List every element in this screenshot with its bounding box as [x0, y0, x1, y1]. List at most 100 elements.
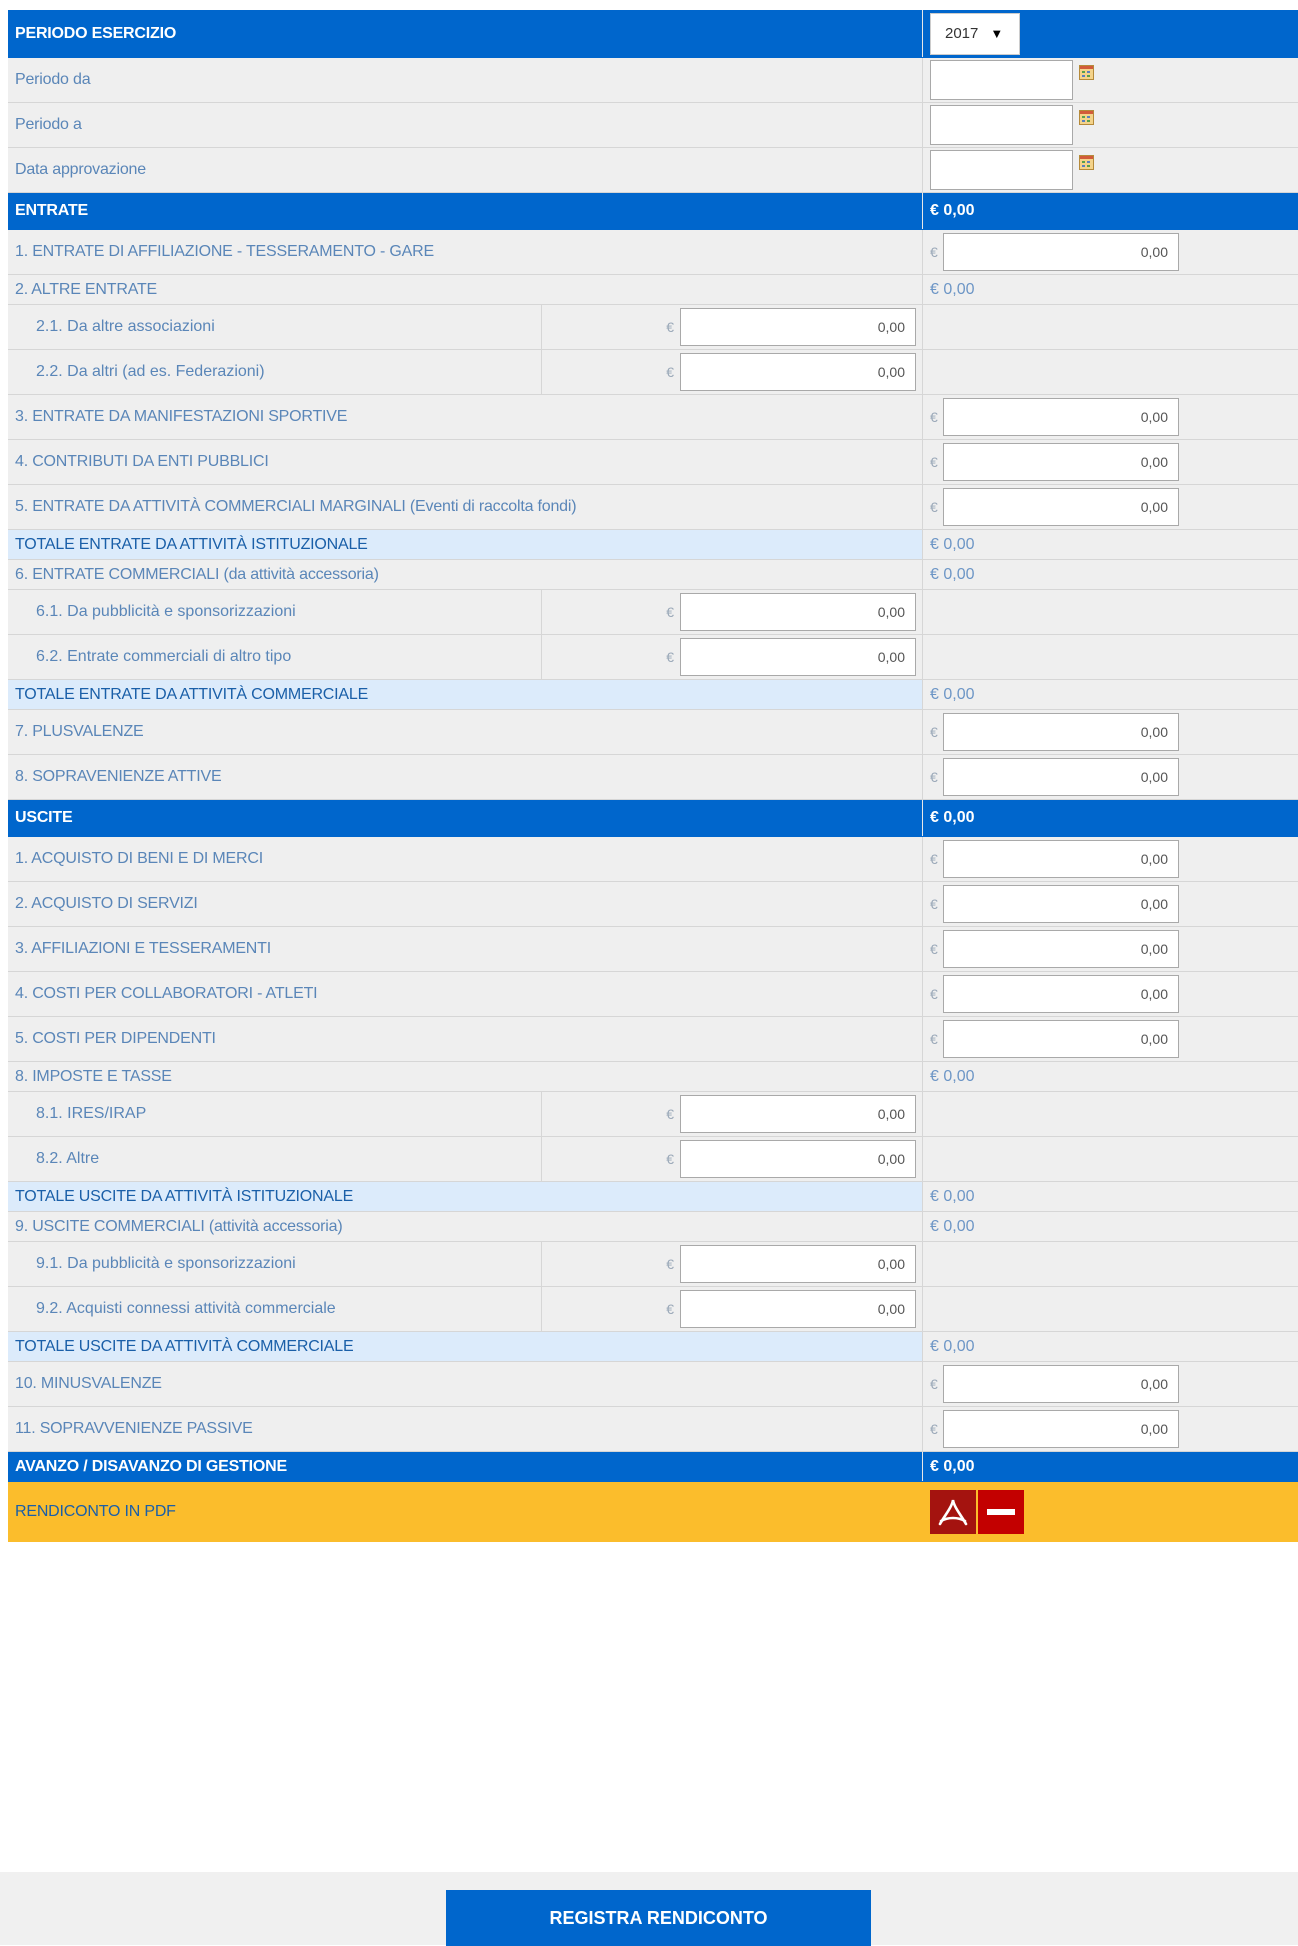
calendar-icon[interactable] [1079, 109, 1094, 125]
uscite-row-label: 4. COSTI PER COLLABORATORI - ATLETI [15, 985, 318, 1002]
entrate-subitem-row: 6.1. Da pubblicità e sponsorizzazioni € [8, 590, 1298, 635]
entrate-row-label: 1. ENTRATE DI AFFILIAZIONE - TESSERAMENT… [15, 243, 434, 260]
euro-symbol: € [930, 499, 938, 515]
data-approvazione-row: Data approvazione [8, 148, 1298, 193]
entrate-subitem-amount-input[interactable] [680, 308, 916, 346]
uscite-amount-input[interactable] [943, 975, 1179, 1013]
uscite-row-label: 11. SOPRAVVENIENZE PASSIVE [15, 1420, 253, 1437]
registra-rendiconto-button[interactable]: REGISTRA RENDICONTO [446, 1890, 871, 1946]
euro-symbol: € [666, 604, 674, 620]
entrate-row: 5. ENTRATE DA ATTIVITÀ COMMERCIALI MARGI… [8, 485, 1298, 530]
entrate-group-total: € 0,00 [930, 565, 975, 583]
euro-symbol: € [930, 724, 938, 740]
entrate-row: 1. ENTRATE DI AFFILIAZIONE - TESSERAMENT… [8, 230, 1298, 275]
entrate-amount-input[interactable] [943, 488, 1179, 526]
uscite-row: 1. ACQUISTO DI BENI E DI MERCI € [8, 837, 1298, 882]
uscite-subitem-row: 9.1. Da pubblicità e sponsorizzazioni € [8, 1242, 1298, 1287]
entrate-amount-input[interactable] [943, 713, 1179, 751]
entrate-row-label: 4. CONTRIBUTI DA ENTI PUBBLICI [15, 453, 269, 470]
entrate-subitem-amount-input[interactable] [680, 638, 916, 676]
periodo-a-input[interactable] [930, 105, 1073, 145]
avanzo-label: AVANZO / DISAVANZO DI GESTIONE [15, 1457, 287, 1475]
uscite-subitem-amount-input[interactable] [680, 1095, 916, 1133]
uscite-subitem-row: 9.2. Acquisti connessi attività commerci… [8, 1287, 1298, 1332]
euro-symbol: € [666, 649, 674, 665]
pdf-label: RENDICONTO IN PDF [15, 1503, 176, 1520]
entrate-row-label: 8. SOPRAVENIENZE ATTIVE [15, 768, 222, 785]
euro-symbol: € [666, 319, 674, 335]
entrate-row-label: 3. ENTRATE DA MANIFESTAZIONI SPORTIVE [15, 408, 348, 425]
euro-symbol: € [930, 769, 938, 785]
entrate-group-row: 2. ALTRE ENTRATE € 0,00 [8, 275, 1298, 305]
uscite-row: 5. COSTI PER DIPENDENTI € [8, 1017, 1298, 1062]
year-select-value: 2017 [945, 25, 979, 42]
uscite-subitem-label: 9.2. Acquisti connessi attività commerci… [36, 1300, 336, 1317]
uscite-total-value: € 0,00 [930, 1187, 975, 1205]
pdf-file-icon[interactable] [930, 1490, 976, 1534]
entrate-subitem-label: 6.1. Da pubblicità e sponsorizzazioni [36, 603, 296, 620]
entrate-subitem-label: 2.2. Da altri (ad es. Federazioni) [36, 363, 265, 380]
entrate-total-row: TOTALE ENTRATE DA ATTIVITÀ ISTITUZIONALE… [8, 530, 1298, 560]
entrate-row: 3. ENTRATE DA MANIFESTAZIONI SPORTIVE € [8, 395, 1298, 440]
euro-symbol: € [666, 1301, 674, 1317]
euro-symbol: € [930, 1376, 938, 1392]
entrate-amount-input[interactable] [943, 758, 1179, 796]
uscite-amount-input[interactable] [943, 1410, 1179, 1448]
uscite-amount-input[interactable] [943, 840, 1179, 878]
avanzo-total: € 0,00 [930, 1457, 975, 1475]
entrate-total-value: € 0,00 [930, 685, 975, 703]
uscite-subitem-label: 8.2. Altre [36, 1150, 100, 1167]
uscite-row-label: 2. ACQUISTO DI SERVIZI [15, 895, 198, 912]
calendar-icon[interactable] [1079, 64, 1094, 80]
entrate-row: 4. CONTRIBUTI DA ENTI PUBBLICI € [8, 440, 1298, 485]
uscite-group-row: 9. USCITE COMMERCIALI (attività accessor… [8, 1212, 1298, 1242]
entrate-group-total: € 0,00 [930, 280, 975, 298]
periodo-da-label: Periodo da [15, 71, 91, 88]
uscite-row: 2. ACQUISTO DI SERVIZI € [8, 882, 1298, 927]
entrate-amount-input[interactable] [943, 233, 1179, 271]
uscite-subitem-label: 9.1. Da pubblicità e sponsorizzazioni [36, 1255, 296, 1272]
data-approvazione-input[interactable] [930, 150, 1073, 190]
uscite-row: 11. SOPRAVVENIENZE PASSIVE € [8, 1407, 1298, 1452]
uscite-subitem-row: 8.1. IRES/IRAP € [8, 1092, 1298, 1137]
entrate-amount-input[interactable] [943, 398, 1179, 436]
uscite-total-value: € 0,00 [930, 1337, 975, 1355]
uscite-subitem-amount-input[interactable] [680, 1140, 916, 1178]
uscite-subitem-label: 8.1. IRES/IRAP [36, 1105, 147, 1122]
uscite-amount-input[interactable] [943, 885, 1179, 923]
entrate-header-row: ENTRATE € 0,00 [8, 193, 1298, 230]
entrate-subitem-amount-input[interactable] [680, 353, 916, 391]
entrate-total-row: TOTALE ENTRATE DA ATTIVITÀ COMMERCIALE €… [8, 680, 1298, 710]
uscite-header-total: € 0,00 [930, 809, 975, 826]
uscite-row-label: 5. COSTI PER DIPENDENTI [15, 1030, 216, 1047]
entrate-amount-input[interactable] [943, 443, 1179, 481]
entrate-group-row: 6. ENTRATE COMMERCIALI (da attività acce… [8, 560, 1298, 590]
uscite-group-total: € 0,00 [930, 1217, 975, 1235]
year-select[interactable]: 2017 ▼ [930, 12, 1020, 55]
uscite-subitem-amount-input[interactable] [680, 1245, 916, 1283]
entrate-row: 7. PLUSVALENZE € [8, 710, 1298, 755]
uscite-total-row: TOTALE USCITE DA ATTIVITÀ ISTITUZIONALE … [8, 1182, 1298, 1212]
remove-icon[interactable] [978, 1490, 1024, 1534]
euro-symbol: € [666, 1256, 674, 1272]
periodo-da-input[interactable] [930, 60, 1073, 100]
calendar-icon[interactable] [1079, 154, 1094, 170]
euro-symbol: € [930, 851, 938, 867]
uscite-subitem-amount-input[interactable] [680, 1290, 916, 1328]
periodo-header-label: PERIODO ESERCIZIO [15, 24, 177, 42]
euro-symbol: € [930, 941, 938, 957]
entrate-row: 8. SOPRAVENIENZE ATTIVE € [8, 755, 1298, 800]
uscite-amount-input[interactable] [943, 1365, 1179, 1403]
uscite-amount-input[interactable] [943, 930, 1179, 968]
dropdown-arrow-icon: ▼ [990, 26, 1004, 41]
entrate-subitem-amount-input[interactable] [680, 593, 916, 631]
uscite-amount-input[interactable] [943, 1020, 1179, 1058]
data-approvazione-label: Data approvazione [15, 161, 146, 178]
pdf-row: RENDICONTO IN PDF [8, 1482, 1298, 1542]
euro-symbol: € [930, 454, 938, 470]
rendiconto-form: PERIODO ESERCIZIO 2017 ▼ Periodo da Peri… [8, 10, 1298, 1542]
entrate-subitem-row: 2.2. Da altri (ad es. Federazioni) € [8, 350, 1298, 395]
uscite-row-label: 3. AFFILIAZIONI E TESSERAMENTI [15, 940, 271, 957]
entrate-total-label: TOTALE ENTRATE DA ATTIVITÀ ISTITUZIONALE [15, 535, 368, 553]
uscite-row: 3. AFFILIAZIONI E TESSERAMENTI € [8, 927, 1298, 972]
